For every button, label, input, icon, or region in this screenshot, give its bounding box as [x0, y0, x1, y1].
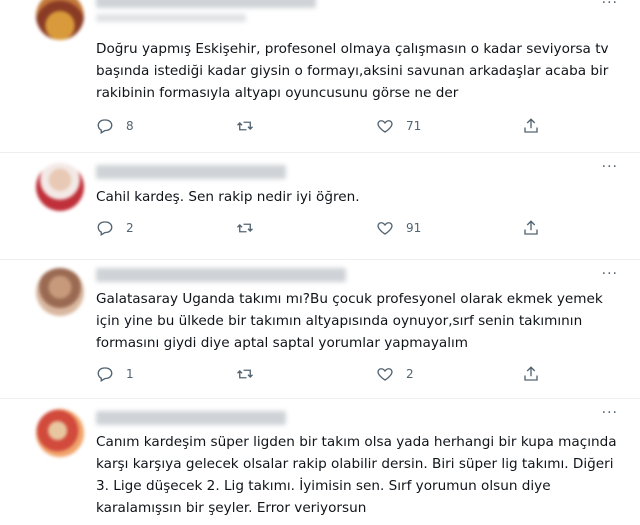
tweet-text: Galatasaray Uganda takımı mı?Bu çocuk pr… [96, 291, 603, 351]
retweet-button[interactable] [236, 365, 266, 383]
tweet-actions: 1 2 [96, 365, 566, 387]
avatar[interactable] [36, 268, 84, 316]
avatar[interactable] [36, 163, 84, 211]
username-redacted [96, 411, 286, 425]
like-button[interactable]: 71 [376, 117, 421, 135]
handle-redacted [96, 14, 246, 22]
tweet-actions: 2 91 [96, 219, 566, 241]
tweet[interactable]: ··· Galatasaray Uganda takımı mı?Bu çocu… [0, 260, 640, 400]
more-options-icon[interactable]: ··· [602, 405, 618, 421]
like-count: 2 [406, 367, 414, 381]
tweet-text: Cahil kardeş. Sen rakip nedir iyi öğren. [96, 189, 360, 205]
like-count: 71 [406, 119, 422, 133]
avatar[interactable] [36, 409, 84, 457]
username-redacted [96, 268, 346, 282]
share-icon [524, 220, 538, 235]
reply-button[interactable]: 1 [96, 365, 134, 383]
retweet-icon [237, 121, 253, 131]
like-icon [377, 222, 393, 235]
like-icon [377, 120, 393, 133]
username-redacted [96, 165, 286, 179]
reply-button[interactable]: 2 [96, 219, 134, 237]
reply-button[interactable]: 8 [96, 117, 134, 135]
share-button[interactable] [522, 219, 540, 237]
share-button[interactable] [522, 365, 540, 383]
reply-count: 1 [126, 367, 134, 381]
avatar[interactable] [36, 0, 84, 40]
tweet-text: Doğru yapmış Eskişehir, profesonel olmay… [96, 41, 609, 101]
retweet-button[interactable] [236, 117, 266, 135]
retweet-icon [237, 223, 253, 233]
share-icon [524, 366, 538, 381]
reply-icon [97, 119, 113, 134]
username-redacted [96, 0, 316, 8]
like-button[interactable]: 91 [376, 219, 421, 237]
tweet-text: Canım kardeşim süper ligden bir takım ol… [96, 434, 617, 516]
more-options-icon[interactable]: ··· [602, 0, 618, 11]
retweet-button[interactable] [236, 219, 266, 237]
reply-icon [97, 367, 113, 382]
tweet[interactable]: ··· Canım kardeşim süper ligden bir takı… [0, 399, 640, 525]
share-icon [524, 118, 538, 133]
reply-icon [97, 221, 113, 236]
retweet-icon [237, 369, 253, 379]
share-button[interactable] [522, 117, 540, 135]
tweet[interactable]: ··· Doğru yapmış Eskişehir, profesonel o… [0, 0, 640, 150]
like-count: 91 [406, 221, 422, 235]
more-options-icon[interactable]: ··· [602, 266, 618, 282]
reply-count: 2 [126, 221, 134, 235]
tweet[interactable]: ··· Cahil kardeş. Sen rakip nedir iyi öğ… [0, 153, 640, 261]
reply-count: 8 [126, 119, 134, 133]
tweet-actions: 8 71 [96, 117, 566, 139]
like-icon [377, 368, 393, 381]
like-button[interactable]: 2 [376, 365, 414, 383]
more-options-icon[interactable]: ··· [602, 159, 618, 175]
